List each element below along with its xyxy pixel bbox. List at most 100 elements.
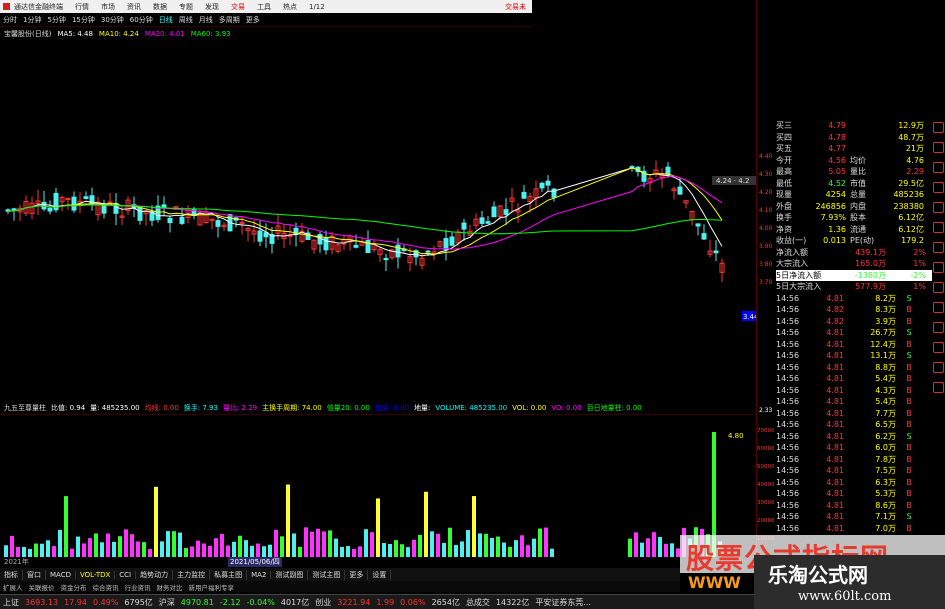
volume-bar [64,496,68,557]
title-bar: 通达信金融终端 行情 市场 资讯 数据 专题 发现 交易 工具 热点 1/12 … [0,0,532,13]
info-tab[interactable]: 新用户福利专享 [186,582,238,592]
tick-time: 14:56 [776,420,800,429]
tick-volume: 8.8万 [875,362,896,372]
period-tab[interactable]: 多周期 [216,15,243,25]
indicator-tab[interactable]: 趋势动力 [136,569,174,580]
tick-row: 14:56 4.81 5.3万 B [776,488,932,500]
volume-bar [670,543,674,557]
period-tab[interactable]: 30分钟 [98,15,127,25]
sidebar-tool-icon[interactable] [933,142,944,153]
cy-label[interactable]: 创业 [312,597,334,608]
indicator-tab[interactable]: 更多 [345,569,369,580]
menu-discover[interactable]: 发现 [199,2,225,12]
cy-change: 1.99 [376,597,395,607]
menu-trade[interactable]: 交易 [225,2,251,12]
ma10-label: MA10: 4.24 [98,30,139,38]
volume-bar [304,527,308,557]
quote-label [846,120,874,132]
menu-hq[interactable]: 行情 [69,2,95,12]
info-tab[interactable]: 综合资讯 [90,582,122,592]
price-axis-tick: 3.90 [759,243,773,250]
menu-tools[interactable]: 工具 [251,2,277,12]
sidebar-tool-icon[interactable] [933,362,944,373]
broker-name[interactable]: 平安证券东莞... [532,597,594,608]
app-logo-icon [3,3,10,10]
indicator-tab[interactable]: 测试主图 [308,569,346,580]
menu-hot[interactable]: 热点 [277,2,303,12]
indicator-legend-item: 均线: 0.00 [144,404,179,412]
tick-volume: 3.9万 [875,316,896,326]
candle-body [47,207,53,212]
sidebar-tool-icon[interactable] [933,302,944,313]
sidebar-tool-icon[interactable] [933,262,944,273]
period-tab[interactable]: 周线 [176,15,196,25]
period-tab[interactable]: 日线 [156,15,176,25]
candle-body [713,250,719,254]
indicator-tab[interactable]: VOL-TDX [76,570,116,579]
sidebar-tool-icon[interactable] [933,122,944,133]
info-tab[interactable]: 扩展人 [0,582,26,592]
volume-bar [4,545,8,557]
period-tab[interactable]: 60分钟 [127,15,156,25]
sidebar-tool-icon[interactable] [933,282,944,293]
indicator-tab[interactable]: MACD [46,570,76,579]
volume-bar [550,548,554,557]
volume-bar [658,537,662,557]
sidebar-tool-icon[interactable] [933,182,944,193]
indicator-tab[interactable]: MA2 [247,570,272,579]
cy-value: 3221.94 [337,597,371,607]
menu-data[interactable]: 数据 [147,2,173,12]
menu-topic[interactable]: 专题 [173,2,199,12]
candle-body [65,198,71,201]
indicator-tab[interactable]: 测试副图 [271,569,309,580]
indicator-tabs: 指标 窗口 MACD VOL-TDX CCI 趋势动力 主力监控 私募主图 MA2 测试副图 测试主… [0,568,680,581]
info-tab[interactable]: 财务对比 [154,582,186,592]
period-tab[interactable]: 更多 [243,15,263,25]
candle-body [11,208,17,211]
quote-label: 总量 [850,190,866,199]
quote-row: 买四 4.78 48.7万 [776,132,932,144]
tick-side: B [906,397,912,406]
tick-volume: 13.1万 [870,351,896,360]
watermark-www: WWW [688,573,741,592]
candle-body [491,206,497,218]
indicator-tab[interactable]: CCI [115,570,137,579]
price-axis-tick: 4.00 [759,225,773,232]
period-tab[interactable]: 分时 [0,15,20,25]
sidebar-tool-icon[interactable] [933,322,944,333]
sidebar-tool-icon[interactable] [933,222,944,233]
period-tab[interactable]: 5分钟 [44,15,68,25]
indicator-legend-item: VOL: 0.00 [512,404,547,412]
indicator-tab[interactable]: 主力监控 [173,569,211,580]
info-tab[interactable]: 关联报价 [26,582,58,592]
sidebar-tool-icon[interactable] [933,382,944,393]
menu-page[interactable]: 1/12 [303,3,331,11]
sidebar-tool-icon[interactable] [933,242,944,253]
period-tab[interactable]: 1分钟 [20,15,44,25]
flow-percent: 2% [913,247,926,257]
indicator-tab[interactable]: 私募主图 [210,569,248,580]
sz-label[interactable]: 沪深 [156,597,178,608]
menu-market[interactable]: 市场 [95,2,121,12]
volume-axis-tick: 20000 [757,518,775,524]
period-tab[interactable]: 15分钟 [69,15,98,25]
tick-row: 14:56 4.81 7.1万 S [776,511,932,523]
info-tab[interactable]: 资金分布 [58,582,90,592]
sidebar-tool-icon[interactable] [933,342,944,353]
candle-body [545,180,551,186]
trade-status[interactable]: 交易未 [499,2,532,12]
watermark-url: www.60lt.com [798,589,892,604]
indicator-tab[interactable]: 指标 [0,569,23,580]
indicator-legend-item: 倍量20: 0.00 [326,404,370,412]
indicator-tab[interactable]: 窗口 [23,569,46,580]
sh-label[interactable]: 上证 [0,597,22,608]
volume-chart[interactable]: 4.80 [0,414,756,557]
menu-news[interactable]: 资讯 [121,2,147,12]
sidebar-tool-icon[interactable] [933,202,944,213]
period-tab[interactable]: 月线 [196,15,216,25]
info-tab[interactable]: 行业资讯 [122,582,154,592]
sidebar-tool-icon[interactable] [933,162,944,173]
indicator-tab[interactable]: 设置 [368,569,392,580]
candlestick-chart[interactable]: 4.24 · 4.2 3.44 [0,40,756,400]
quote-label: 买四 [776,132,792,142]
